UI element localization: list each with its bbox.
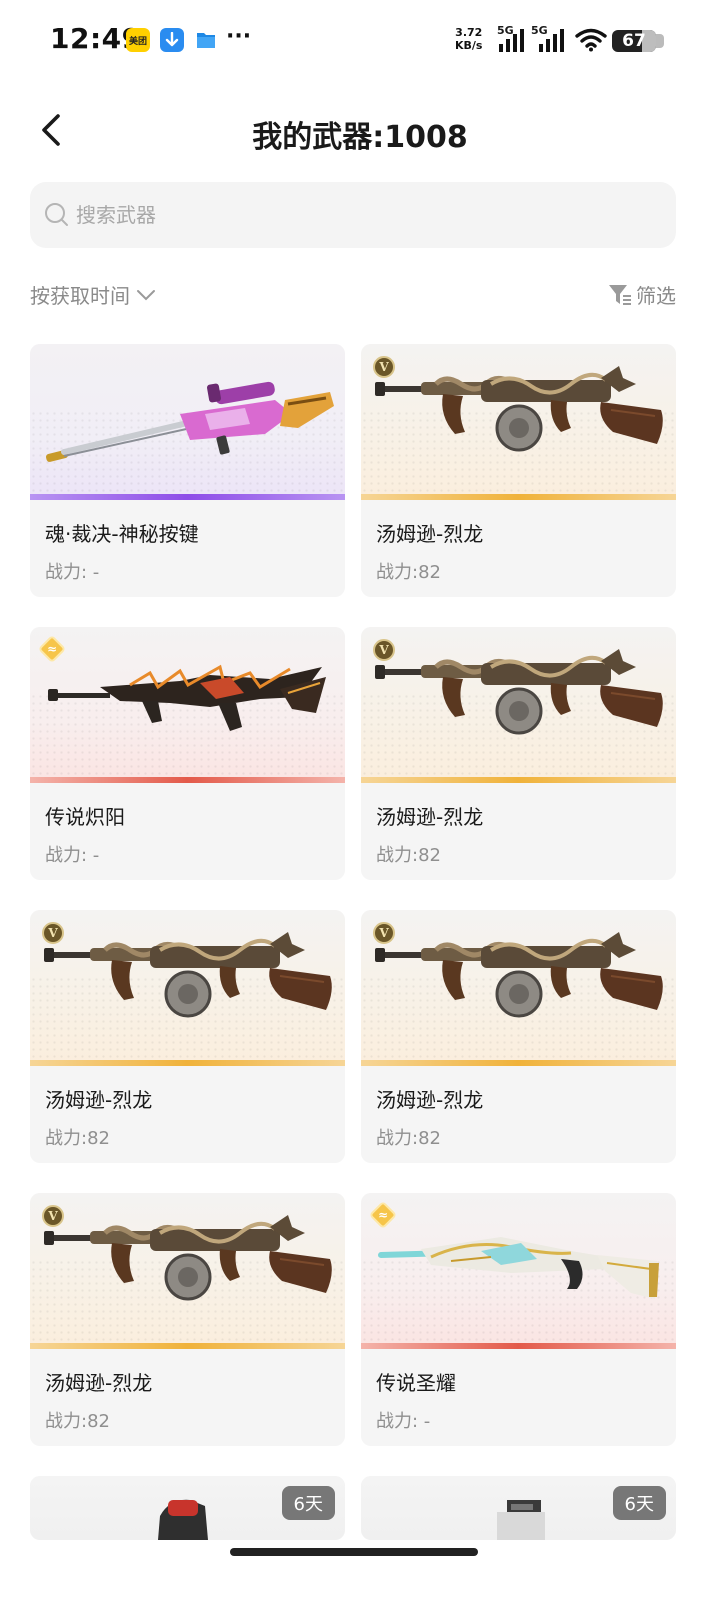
weapon-card[interactable]: V 汤姆逊-烈龙 战力:82 bbox=[361, 627, 676, 880]
weapon-card[interactable]: V 汤姆逊-烈龙 战力:82 bbox=[30, 1193, 345, 1446]
wifi-icon bbox=[575, 28, 607, 56]
search-icon bbox=[45, 203, 68, 226]
vip-badge-icon: V bbox=[42, 1205, 64, 1227]
vip-badge-icon: V bbox=[373, 922, 395, 944]
weapon-power: 战力:82 bbox=[376, 845, 441, 866]
weapon-name: 传说炽阳 bbox=[45, 805, 125, 829]
weapon-power: 战力:82 bbox=[376, 1128, 441, 1149]
expiry-badge: 6天 bbox=[612, 1486, 666, 1520]
files-icon bbox=[194, 28, 218, 52]
weapon-name: 汤姆逊-烈龙 bbox=[376, 522, 484, 546]
network-speed: 3.72 KB/s bbox=[455, 26, 483, 52]
sort-dropdown[interactable]: 按获取时间 bbox=[30, 280, 156, 309]
weapon-image: V bbox=[361, 344, 676, 500]
weapon-power: 战力:82 bbox=[376, 562, 441, 583]
vip-badge-icon: V bbox=[42, 922, 64, 944]
filter-label: 筛选 bbox=[636, 284, 676, 308]
download-icon bbox=[160, 28, 184, 52]
battery-icon: 67 bbox=[612, 30, 664, 52]
weapon-image: ≈ bbox=[30, 627, 345, 783]
more-notifications-icon: ··· bbox=[226, 24, 252, 49]
weapon-grid: 魂·裁决-神秘按键 战力: - V 汤姆逊-烈龙 战力:82 ≈ 传说炽阳 战力… bbox=[30, 344, 677, 1540]
weapon-name: 传说圣耀 bbox=[376, 1371, 456, 1395]
meituan-app-icon: 美团 bbox=[126, 28, 150, 52]
weapon-card[interactable]: V 汤姆逊-烈龙 战力:82 bbox=[361, 910, 676, 1163]
weapon-power: 战力: - bbox=[45, 845, 100, 866]
weapon-card[interactable]: ≈ 传说炽阳 战力: - bbox=[30, 627, 345, 880]
weapon-power: 战力: - bbox=[376, 1411, 431, 1432]
weapon-name: 汤姆逊-烈龙 bbox=[376, 1088, 484, 1112]
weapon-image: V bbox=[361, 910, 676, 1066]
weapon-name: 汤姆逊-烈龙 bbox=[45, 1088, 153, 1112]
sort-label: 按获取时间 bbox=[30, 284, 130, 308]
weapon-power: 战力: - bbox=[45, 562, 100, 583]
weapon-card[interactable]: V 汤姆逊-烈龙 战力:82 bbox=[30, 910, 345, 1163]
weapon-image: 6天 bbox=[361, 1476, 676, 1540]
weapon-card[interactable]: V 汤姆逊-烈龙 战力:82 bbox=[361, 344, 676, 597]
chevron-down-icon bbox=[137, 289, 155, 300]
sim2-network-type: 5G bbox=[531, 24, 548, 37]
expiry-badge: 6天 bbox=[281, 1486, 335, 1520]
weapon-name: 汤姆逊-烈龙 bbox=[376, 805, 484, 829]
weapon-card[interactable]: 魂·裁决-神秘按键 战力: - bbox=[30, 344, 345, 597]
weapon-image: ≈ bbox=[361, 1193, 676, 1349]
weapon-name: 汤姆逊-烈龙 bbox=[45, 1371, 153, 1395]
vip-badge-icon: V bbox=[373, 639, 395, 661]
filter-button[interactable]: 筛选 bbox=[608, 280, 676, 309]
weapon-power: 战力:82 bbox=[45, 1128, 110, 1149]
weapon-name: 魂·裁决-神秘按键 bbox=[45, 522, 199, 546]
weapon-card[interactable]: 6天 bbox=[30, 1476, 345, 1540]
sim1-network-type: 5G bbox=[497, 24, 514, 37]
search-input[interactable] bbox=[76, 182, 656, 248]
home-indicator[interactable] bbox=[230, 1548, 478, 1556]
weapon-card[interactable]: 6天 bbox=[361, 1476, 676, 1540]
search-bar[interactable] bbox=[30, 182, 676, 248]
weapon-power: 战力:82 bbox=[45, 1411, 110, 1432]
weapon-image: V bbox=[361, 627, 676, 783]
weapon-card[interactable]: ≈ 传说圣耀 战力: - bbox=[361, 1193, 676, 1446]
page-title: 我的武器:1008 bbox=[252, 120, 468, 155]
weapon-image: V bbox=[30, 910, 345, 1066]
weapon-image: V bbox=[30, 1193, 345, 1349]
weapon-image: 6天 bbox=[30, 1476, 345, 1540]
weapon-image bbox=[30, 344, 345, 500]
status-bar: 12:49 美团 ··· 3.72 KB/s 5G 5G 67 bbox=[0, 0, 720, 84]
filter-icon bbox=[609, 284, 631, 305]
vip-badge-icon: V bbox=[373, 356, 395, 378]
